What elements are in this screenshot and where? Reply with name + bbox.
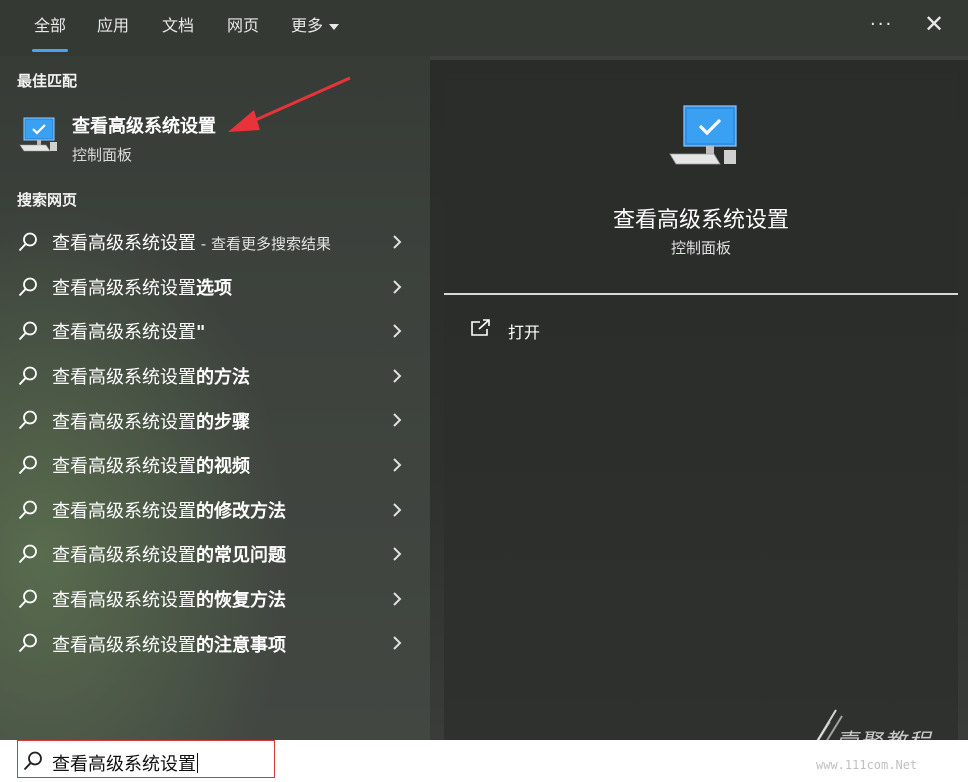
detail-header: 查看高级系统设置 控制面板	[444, 74, 958, 294]
result-text: 查看高级系统设置的恢复方法	[52, 590, 286, 612]
search-icon	[18, 366, 37, 385]
list-item[interactable]: 查看高级系统设置的修改方法	[0, 488, 428, 533]
search-icon	[18, 500, 37, 519]
result-text: 查看高级系统设置 - 查看更多搜索结果	[52, 233, 331, 255]
result-text: 查看高级系统设置的注意事项	[52, 634, 286, 656]
list-item[interactable]: 查看高级系统设置的视频	[0, 443, 428, 488]
list-item[interactable]: 查看高级系统设置的恢复方法	[0, 577, 428, 622]
computer-settings-icon	[669, 105, 737, 165]
chevron-right-icon	[393, 502, 402, 517]
detail-divider	[444, 293, 958, 295]
search-icon	[18, 455, 37, 475]
best-match-heading: 最佳匹配	[17, 72, 78, 90]
list-item[interactable]: 查看高级系统设置的方法	[0, 354, 428, 399]
chevron-right-icon	[393, 369, 402, 383]
result-text: 查看高级系统设置"	[52, 322, 206, 344]
chevron-right-icon	[393, 324, 402, 338]
result-text: 查看高级系统设置选项	[52, 277, 232, 299]
search-icon	[18, 232, 37, 252]
filter-tab-bar: 全部 应用 文档 网页 更多 ··· ✕	[0, 0, 968, 56]
result-text: 查看高级系统设置的步骤	[52, 411, 250, 433]
chevron-right-icon	[393, 547, 402, 561]
chevron-right-icon	[393, 458, 402, 472]
watermark-text: 壹聚教程	[836, 730, 933, 755]
search-icon	[23, 751, 42, 771]
list-item[interactable]: 查看高级系统设置的步骤	[0, 398, 428, 443]
tab-all[interactable]: 全部	[31, 0, 69, 52]
list-item[interactable]: 查看高级系统设置"	[0, 309, 428, 354]
tab-more[interactable]: 更多	[291, 0, 340, 52]
search-icon	[18, 277, 37, 296]
best-match-subtitle: 控制面板	[72, 146, 133, 164]
search-web-heading: 搜索网页	[17, 191, 78, 209]
result-text: 查看高级系统设置的修改方法	[52, 500, 286, 522]
tab-documents[interactable]: 文档	[162, 0, 194, 52]
list-item[interactable]: 查看高级系统设置的常见问题	[0, 532, 428, 577]
red-arrow-annotation	[228, 76, 351, 132]
detail-subtitle: 控制面板	[670, 239, 731, 257]
chevron-right-icon	[393, 235, 402, 249]
watermark-url: www.111com.Net	[816, 758, 918, 772]
search-input[interactable]: 查看高级系统设置	[52, 750, 198, 776]
chevron-right-icon	[393, 279, 402, 294]
result-text: 查看高级系统设置的常见问题	[52, 545, 286, 567]
web-results-list: 查看高级系统设置 - 查看更多搜索结果 查看高级系统设置选项 查看高级系统设置"…	[0, 220, 428, 666]
search-icon	[18, 544, 37, 564]
watermark: 壹聚教程 www.111com.Net	[790, 708, 968, 782]
list-item[interactable]: 查看高级系统设置的注意事项	[0, 621, 428, 666]
search-icon	[18, 589, 37, 608]
computer-settings-icon	[19, 117, 57, 152]
tab-more-label: 更多	[291, 16, 324, 35]
search-icon	[18, 633, 37, 653]
close-icon[interactable]: ✕	[924, 10, 944, 38]
result-text: 查看高级系统设置的视频	[52, 456, 250, 478]
chevron-right-icon	[393, 592, 402, 606]
tab-web[interactable]: 网页	[227, 0, 259, 52]
open-button[interactable]: 打开	[470, 316, 590, 344]
list-item[interactable]: 查看高级系统设置 - 查看更多搜索结果	[0, 220, 428, 265]
search-icon	[18, 410, 37, 430]
chevron-right-icon	[393, 413, 402, 428]
open-external-icon	[471, 319, 490, 336]
more-options-icon[interactable]: ···	[870, 14, 893, 35]
open-label: 打开	[508, 323, 541, 342]
chevron-right-icon	[393, 636, 402, 651]
detail-actions-pane	[444, 296, 958, 740]
tab-apps[interactable]: 应用	[97, 0, 129, 52]
detail-title: 查看高级系统设置	[612, 208, 789, 233]
chevron-down-icon	[329, 23, 340, 30]
result-text: 查看高级系统设置的方法	[52, 367, 250, 389]
search-icon	[18, 321, 37, 341]
list-item[interactable]: 查看高级系统设置选项	[0, 265, 428, 310]
best-match-title: 查看高级系统设置	[72, 116, 216, 137]
